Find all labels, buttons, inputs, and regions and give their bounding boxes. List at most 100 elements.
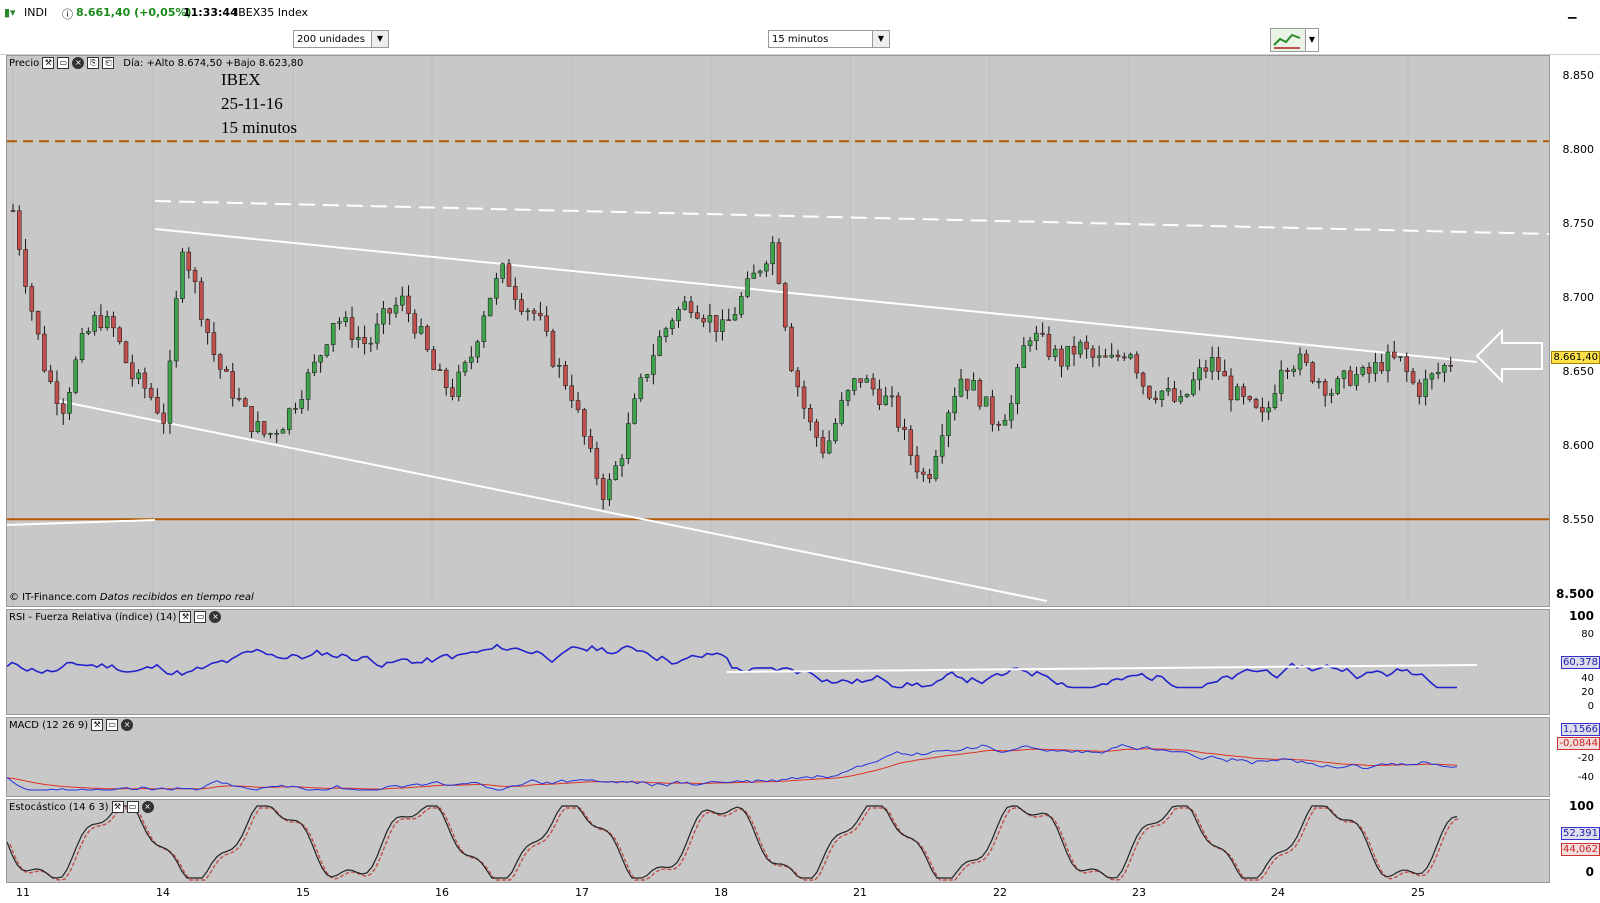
y-tick: 100: [1568, 799, 1594, 813]
candle-body: [23, 249, 28, 287]
candle-body: [1335, 378, 1340, 394]
window-icon[interactable]: ▭: [106, 719, 119, 731]
candle-body: [98, 315, 104, 329]
window-icon[interactable]: ▭: [194, 611, 207, 623]
rsi-axis: 100 80 60,378 40 20 0: [1552, 609, 1600, 715]
candle-body: [895, 395, 901, 428]
rsi-value-badge: 60,378: [1561, 656, 1600, 669]
interval-select[interactable]: 15 minutos ▼: [768, 30, 890, 48]
candle-body: [644, 374, 650, 378]
candle-body: [111, 316, 116, 329]
candle-body: [1247, 396, 1253, 400]
candle-body: [651, 355, 656, 375]
candle-body: [236, 397, 242, 400]
candle-body: [1115, 354, 1121, 358]
chart-icon[interactable]: ▮▾: [4, 6, 16, 19]
annotation-line-2: 25-11-16: [221, 94, 283, 113]
copy-icon[interactable]: ⎘: [87, 57, 100, 69]
candle-body: [73, 359, 79, 393]
candle-body: [1322, 381, 1328, 396]
interval-select-value: 15 minutos: [772, 34, 829, 45]
candle-body: [29, 286, 35, 312]
close-icon[interactable]: ×: [209, 611, 222, 623]
candle-body: [877, 388, 882, 406]
wrench-icon[interactable]: ⚒: [91, 719, 104, 731]
y-tick: 8.750: [1562, 217, 1595, 230]
candle-body: [676, 309, 681, 322]
candle-body: [318, 355, 323, 363]
candle-body: [494, 278, 499, 299]
candle-body: [330, 322, 336, 345]
candle-body: [588, 435, 593, 449]
candle-body: [224, 369, 229, 372]
rsi-support-line: [726, 664, 1478, 673]
stoch-panel[interactable]: Estocástico (14 6 3) ⚒ ▭ ×: [6, 799, 1550, 883]
candle-body: [820, 437, 826, 454]
wrench-icon[interactable]: ⚒: [179, 611, 192, 623]
close-icon[interactable]: ×: [141, 801, 154, 813]
candle-body: [67, 392, 72, 414]
price-panel[interactable]: Precio ⚒ ▭ × ⎘ ⎗ Día: +Alto 8.674,50 +Ba…: [6, 55, 1550, 607]
y-tick: 8.850: [1562, 69, 1595, 82]
candle-body: [613, 465, 618, 480]
candle-body: [1109, 354, 1114, 358]
wrench-icon[interactable]: ⚒: [42, 57, 55, 69]
candle-body: [387, 308, 392, 314]
title-bar: ▮▾ INDI ⓘ 8.661,40 (+0,05%) 11:33:44 IBE…: [0, 0, 1600, 27]
candle-body: [1052, 348, 1058, 357]
chevron-down-icon[interactable]: ▼: [872, 31, 889, 47]
candle-body: [48, 370, 53, 382]
close-icon[interactable]: ×: [72, 57, 85, 69]
minimize-icon[interactable]: ▁: [1568, 6, 1576, 19]
candle-body: [10, 210, 16, 212]
chart-type-button[interactable]: [1270, 28, 1306, 52]
candle-body: [864, 378, 870, 383]
candle-body: [638, 377, 644, 400]
x-tick-label: 17: [575, 886, 589, 899]
candle-body: [86, 331, 91, 334]
candle-body: [155, 397, 160, 414]
candle-body: [983, 396, 989, 407]
macd-panel[interactable]: MACD (12 26 9) ⚒ ▭ ×: [6, 717, 1550, 797]
chart-type-icon: [1273, 33, 1301, 49]
x-tick-label: 14: [156, 886, 170, 899]
close-icon[interactable]: ×: [121, 719, 134, 731]
candle-body: [1008, 403, 1014, 421]
units-select[interactable]: 200 unidades ▼: [293, 30, 389, 48]
candle-body: [35, 311, 41, 335]
candle-body: [1398, 356, 1403, 358]
candle-body: [406, 295, 411, 314]
stoch-k-line: [7, 805, 1458, 879]
candle-body: [1153, 397, 1158, 401]
chevron-down-icon[interactable]: ▼: [371, 31, 388, 47]
copyright: © IT-Finance.com: [9, 592, 97, 603]
paste-icon[interactable]: ⎗: [102, 57, 115, 69]
info-icon[interactable]: ⓘ: [62, 6, 73, 22]
candle-body: [513, 286, 518, 300]
y-tick: -40: [1577, 772, 1594, 783]
rsi-panel[interactable]: RSI - Fuerza Relativa (índice) (14) ⚒ ▭ …: [6, 609, 1550, 715]
window-icon[interactable]: ▭: [126, 801, 139, 813]
candle-body: [437, 369, 443, 371]
candle-body: [826, 440, 832, 454]
candle-body: [475, 341, 480, 358]
chart-type-dropdown[interactable]: ▼: [1305, 28, 1319, 52]
window-icon[interactable]: ▭: [57, 57, 70, 69]
candle-body: [418, 326, 424, 334]
candle-body: [1329, 393, 1334, 396]
candle-body: [1291, 368, 1297, 372]
candle-body: [431, 349, 436, 370]
candle-body: [136, 372, 141, 380]
x-tick-label: 11: [16, 886, 30, 899]
x-axis: 11 14 15 16 17 18 21 22 23 24 25: [0, 883, 1600, 903]
candle-body: [255, 421, 261, 432]
candle-body: [1159, 390, 1165, 401]
wrench-icon[interactable]: ⚒: [111, 801, 124, 813]
candle-body: [902, 426, 907, 430]
rsi-chart: [7, 643, 1478, 689]
stoch-d-badge: 44,062: [1561, 843, 1600, 856]
signal-value-badge: -0,0844: [1557, 737, 1600, 750]
trendline-upper: [154, 228, 1478, 363]
candle-body: [1103, 355, 1108, 358]
candle-body: [249, 406, 254, 432]
